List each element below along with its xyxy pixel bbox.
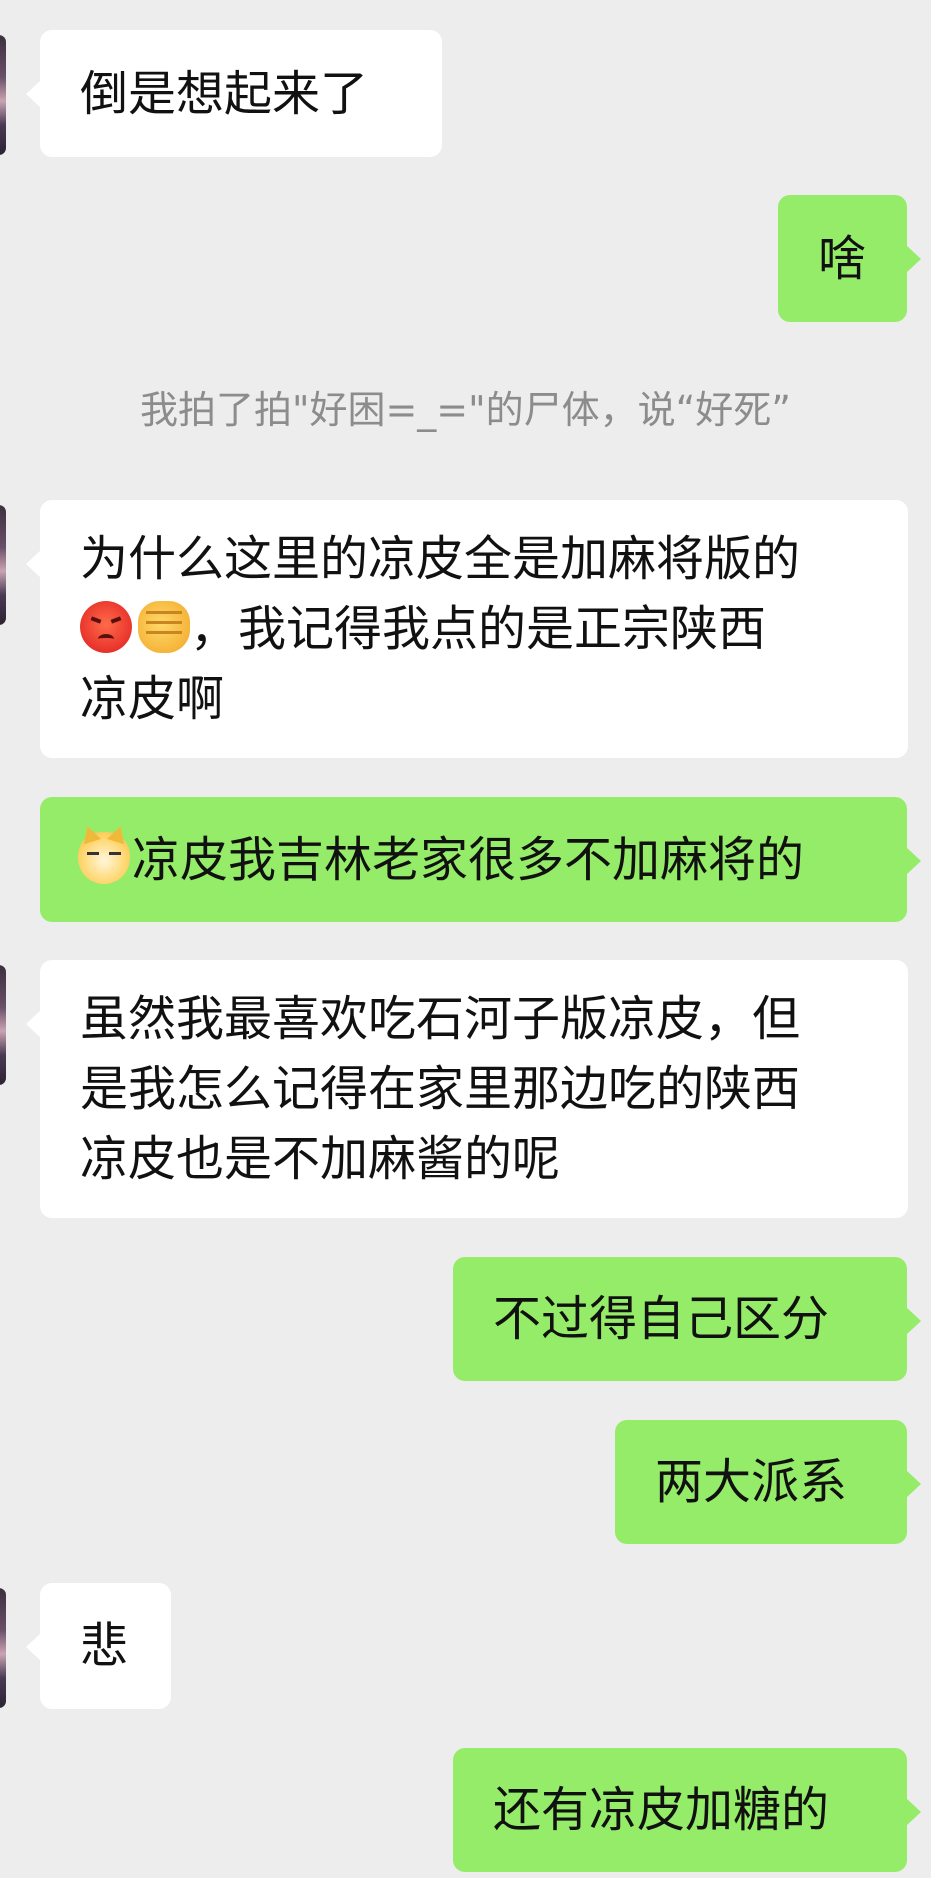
cat-face-emoji [78, 831, 130, 884]
fist-emoji [138, 601, 190, 653]
message-text: 凉皮也是不加麻酱的呢 [80, 1131, 561, 1187]
chat-conversation: 倒是想起来了 啥 我拍了拍"好困=_="的尸体，说“好死” 为什么这里的凉皮全是… [0, 0, 931, 1878]
incoming-message-bubble[interactable]: 虽然我最喜欢吃石河子版凉皮，但 是我怎么记得在家里那边吃的陕西 凉皮也是不加麻酱… [26, 960, 908, 1218]
contact-avatar[interactable] [0, 505, 6, 625]
angry-face-emoji [80, 601, 132, 653]
message-text: 悲 [80, 1618, 129, 1674]
message-text: 为什么这里的凉皮全是加麻将版的 [80, 531, 801, 587]
contact-avatar[interactable] [0, 35, 6, 155]
message-text: 两大派系 [655, 1454, 848, 1510]
contact-avatar[interactable] [0, 1588, 6, 1708]
outgoing-message-bubble[interactable]: 凉皮我吉林老家很多不加麻将的 [40, 797, 921, 922]
message-text-with-emoji: ，我记得我点的是正宗陕西 [80, 594, 868, 664]
message-text: 凉皮啊 [80, 671, 225, 727]
outgoing-message-bubble[interactable]: 两大派系 [615, 1420, 921, 1544]
message-text: 是我怎么记得在家里那边吃的陕西 [80, 1061, 801, 1117]
message-text: 倒是想起来了 [80, 65, 369, 122]
message-text-with-emoji: 凉皮我吉林老家很多不加麻将的 [78, 825, 867, 895]
incoming-message-bubble[interactable]: 悲 [26, 1583, 171, 1709]
message-text: 不过得自己区分 [493, 1291, 830, 1347]
system-pat-notice: 我拍了拍"好困=_="的尸体，说“好死” [139, 388, 791, 432]
message-text: 还有凉皮加糖的 [493, 1782, 830, 1838]
outgoing-message-bubble[interactable]: 不过得自己区分 [453, 1257, 921, 1381]
incoming-message-bubble[interactable]: 倒是想起来了 [26, 30, 442, 157]
message-text: 啥 [818, 230, 867, 287]
incoming-message-bubble[interactable]: 为什么这里的凉皮全是加麻将版的 ，我记得我点的是正宗陕西 凉皮啊 [26, 500, 908, 758]
contact-avatar[interactable] [0, 965, 6, 1085]
outgoing-message-bubble[interactable]: 啥 [778, 195, 921, 322]
message-text: 凉皮我吉林老家很多不加麻将的 [132, 831, 805, 888]
outgoing-message-bubble[interactable]: 还有凉皮加糖的 [453, 1748, 921, 1872]
message-text: 虽然我最喜欢吃石河子版凉皮，但 [80, 991, 801, 1047]
message-text: ，我记得我点的是正宗陕西 [190, 601, 767, 657]
